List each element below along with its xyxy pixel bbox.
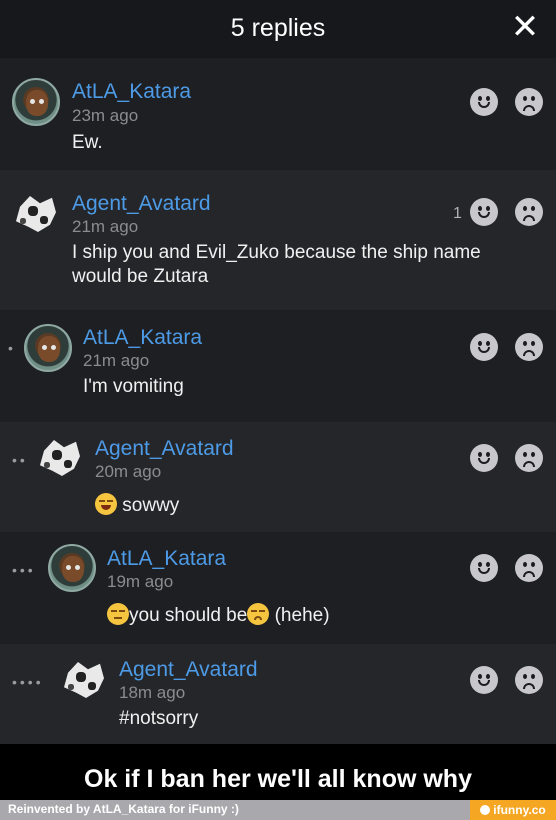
- like-count: 1: [453, 205, 462, 222]
- comment-username[interactable]: AtLA_Katara: [107, 547, 226, 571]
- thread-depth-dots: ••••: [12, 674, 44, 690]
- comment-time: 20m ago: [95, 462, 162, 481]
- frown-icon[interactable]: [515, 88, 543, 116]
- sad-emoji-icon: [247, 603, 270, 625]
- comment-text: sowwy: [95, 493, 435, 518]
- ifunny-badge-text: ifunny.co: [493, 803, 546, 817]
- comment-text-part: (hehe): [274, 605, 330, 626]
- comment-text: I'm vomiting: [83, 376, 184, 397]
- frown-icon[interactable]: [515, 333, 543, 361]
- agent-avatar-icon[interactable]: [36, 434, 84, 482]
- frown-icon[interactable]: [515, 666, 543, 694]
- comment-text-content: sowwy: [122, 495, 180, 516]
- comment-item: Agent_Avatard 21m ago I ship you and Evi…: [0, 170, 556, 310]
- comment-time: 23m ago: [72, 106, 139, 125]
- comment-time: 19m ago: [107, 572, 174, 591]
- comment-item: ••• AtLA_Katara 19m ago you should be (h…: [0, 532, 556, 644]
- smile-icon[interactable]: [470, 88, 498, 116]
- comment-item: AtLA_Katara 23m ago Ew.: [0, 58, 556, 170]
- smile-icon[interactable]: [470, 554, 498, 582]
- comment-item: •••• Agent_Avatard 18m ago #notsorry: [0, 644, 556, 744]
- comment-username[interactable]: AtLA_Katara: [83, 326, 202, 350]
- comment-time: 21m ago: [72, 217, 139, 236]
- comment-username[interactable]: Agent_Avatard: [95, 437, 234, 461]
- thread-depth-dots: ••: [12, 452, 28, 468]
- comment-text: you should be (hehe): [107, 603, 447, 628]
- smile-icon[interactable]: [470, 198, 498, 226]
- comment-item: • AtLA_Katara 21m ago I'm vomiting: [0, 310, 556, 422]
- comment-text: #notsorry: [119, 708, 199, 729]
- katara-avatar-icon[interactable]: [24, 324, 72, 372]
- comment-username[interactable]: Agent_Avatard: [72, 192, 211, 216]
- watermark-credit: Reinvented by AtLA_Katara for iFunny :): [8, 802, 239, 816]
- comment-text: Ew.: [72, 132, 103, 153]
- thread-depth-dots: •••: [12, 562, 36, 578]
- replies-title: 5 replies: [230, 14, 326, 42]
- comment-item: •• Agent_Avatard 20m ago sowwy: [0, 422, 556, 532]
- frown-icon[interactable]: [515, 554, 543, 582]
- laughing-emoji-icon: [95, 493, 117, 515]
- watermark-bar: Reinvented by AtLA_Katara for iFunny :) …: [0, 800, 556, 820]
- frown-icon[interactable]: [515, 198, 543, 226]
- meme-caption: Ok if I ban her we'll all know why: [0, 744, 556, 800]
- replies-header: 5 replies ✕: [0, 0, 556, 58]
- close-icon[interactable]: ✕: [508, 10, 542, 44]
- unamused-emoji-icon: [107, 603, 129, 625]
- comment-text-part: you should be: [129, 605, 248, 626]
- katara-avatar-icon[interactable]: [12, 78, 60, 126]
- agent-avatar-icon[interactable]: [12, 190, 60, 238]
- smile-icon[interactable]: [470, 333, 498, 361]
- comment-username[interactable]: AtLA_Katara: [72, 80, 191, 104]
- comment-time: 21m ago: [83, 351, 150, 370]
- comment-username[interactable]: Agent_Avatard: [119, 658, 258, 682]
- frown-icon[interactable]: [515, 444, 543, 472]
- smile-icon[interactable]: [470, 444, 498, 472]
- smile-icon[interactable]: [470, 666, 498, 694]
- thread-depth-dots: •: [8, 340, 16, 356]
- ifunny-badge[interactable]: ifunny.co: [470, 800, 556, 820]
- ifunny-logo-icon: [480, 805, 491, 815]
- comment-text: I ship you and Evil_Zuko because the shi…: [72, 242, 481, 287]
- agent-avatar-icon[interactable]: [60, 656, 108, 704]
- katara-avatar-icon[interactable]: [48, 544, 96, 592]
- comment-time: 18m ago: [119, 683, 186, 702]
